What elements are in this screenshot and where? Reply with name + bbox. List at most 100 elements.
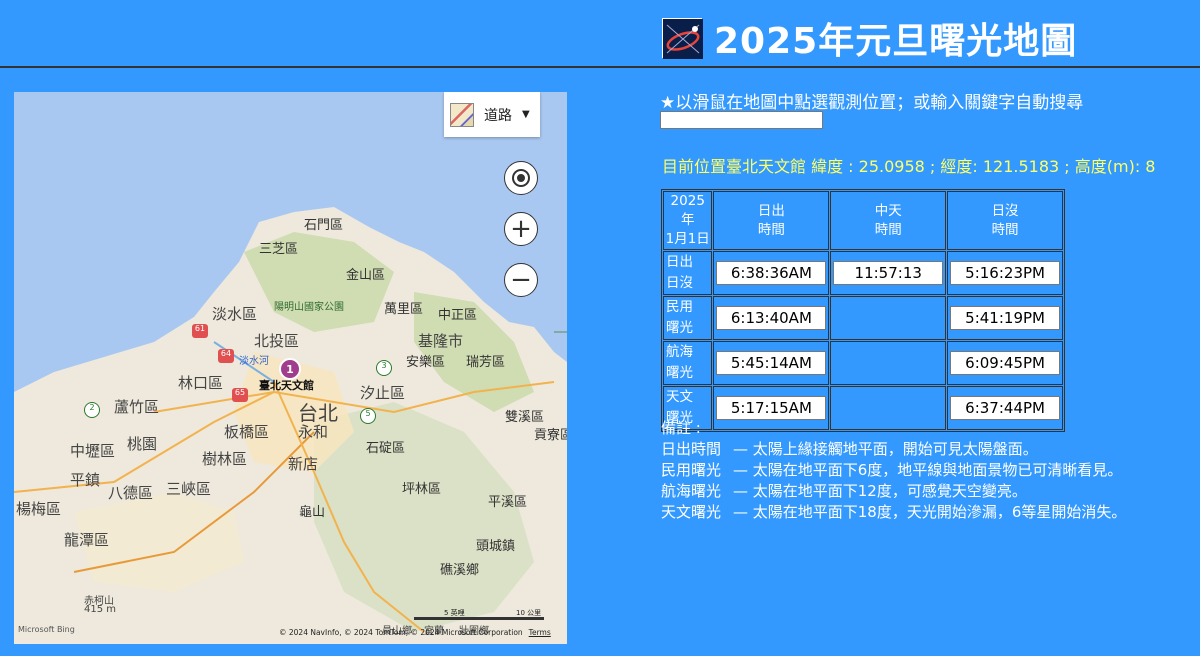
bing-logo: Microsoft Bing <box>18 625 75 634</box>
map-label: 板橋區 <box>224 423 270 441</box>
table-row: 航海曙光 5:45:14AM 6:09:45PM <box>663 341 1063 385</box>
map-label: 平鎮 <box>70 471 101 489</box>
page-header: 2025年元旦曙光地圖 <box>0 0 1200 68</box>
minus-icon: − <box>510 265 532 295</box>
table-cell: 11:57:13 <box>830 251 947 295</box>
zoom-out-button[interactable]: − <box>504 263 538 297</box>
route-marker: 3 <box>376 360 392 376</box>
corner-line: 2025年 <box>670 193 705 228</box>
scale-label: 10 公里 <box>516 609 542 617</box>
header-line: 時間 <box>757 221 785 238</box>
route-marker: 64 <box>218 349 234 363</box>
note-item: 日出時間 — 太陽上緣接觸地平面，開始可見太陽盤面。 <box>661 439 1126 460</box>
map-label: 安樂區 <box>406 355 446 370</box>
map-label: 雙溪區 <box>505 410 545 425</box>
copyright-text: © 2024 NavInfo, © 2024 TomTom, © 2024 Mi… <box>279 628 523 637</box>
row-header-line: 曙光 <box>666 365 693 381</box>
note-term: 航海曙光 <box>661 482 722 500</box>
locate-icon <box>514 171 528 185</box>
table-cell: 5:45:14AM <box>713 341 830 385</box>
rise-time: 6:38:36AM <box>716 261 827 285</box>
rise-time: 5:45:14AM <box>716 351 827 375</box>
note-item: 航海曙光 — 太陽在地平面下12度，可感覺天空變亮。 <box>661 481 1126 502</box>
map-label: 龍潭區 <box>64 531 110 549</box>
route-marker: 61 <box>192 324 208 338</box>
locate-me-button[interactable] <box>504 161 538 195</box>
current-location: 目前位置臺北天文館 緯度 : 25.0958 ; 經度: 121.5183 ; … <box>662 157 1156 176</box>
map-label: 基隆市 <box>418 332 464 350</box>
map-label: 萬里區 <box>384 302 424 317</box>
row-header: 日出 日沒 <box>663 251 713 295</box>
map-label: 淡水區 <box>212 305 258 323</box>
map-copyright: © 2024 NavInfo, © 2024 TomTom, © 2024 Mi… <box>279 628 551 637</box>
map-label: 三芝區 <box>259 242 299 257</box>
note-item: 民用曙光 — 太陽在地平面下6度，地平線與地面景物已可清晰看見。 <box>661 460 1126 481</box>
row-header: 航海 曙光 <box>663 341 713 385</box>
rise-time: 5:17:15AM <box>716 396 827 420</box>
table-cell: 6:09:45PM <box>947 341 1063 385</box>
map-label: 汐止區 <box>360 384 406 402</box>
caret-down-icon: ▼ <box>522 109 530 120</box>
map-label: 楊梅區 <box>16 500 62 518</box>
header-line: 時間 <box>874 221 902 238</box>
observatory-pin[interactable]: 1 <box>279 358 301 380</box>
map-label: 桃園 <box>127 435 158 453</box>
map-label: 石碇區 <box>366 441 406 456</box>
table-cell: 6:38:36AM <box>713 251 830 295</box>
map-label: 平溪區 <box>488 495 528 510</box>
note-desc: — 太陽在地平面下18度，天光開始滲漏，6等星開始消失。 <box>733 503 1127 521</box>
table-row: 日出日沒 6:38:36AM 11:57:13 5:16:23PM <box>663 251 1063 295</box>
search-input[interactable] <box>660 111 823 129</box>
map-label: 陽明山國家公園 <box>274 302 344 313</box>
map-label: 北投區 <box>254 332 300 350</box>
map-label: 頭城鎮 <box>476 539 516 554</box>
map-label: 石門區 <box>304 218 344 233</box>
table-cell: 6:13:40AM <box>713 296 830 340</box>
note-term: 民用曙光 <box>661 461 722 479</box>
notes-title: 備註 : <box>661 419 701 437</box>
scale-label: 5 英哩 <box>444 609 465 617</box>
map-layer-button[interactable]: 道路 ▼ <box>444 92 540 137</box>
rise-time: 6:13:40AM <box>716 306 827 330</box>
header-line: 日沒 <box>991 202 1019 219</box>
map-scale: 5 英哩 10 公里 <box>414 608 544 620</box>
column-header-rise: 日出 時間 <box>713 191 830 250</box>
map-label: 金山區 <box>346 268 386 283</box>
transit-time: 11:57:13 <box>833 261 944 285</box>
terms-link[interactable]: Terms <box>529 628 551 637</box>
column-header-transit: 中天 時間 <box>830 191 947 250</box>
table-corner: 2025年 1月1日 <box>663 191 713 250</box>
map-layer-label: 道路 <box>484 107 512 124</box>
corner-line: 1月1日 <box>665 231 710 247</box>
map-label: 林口區 <box>178 374 224 392</box>
row-header: 民用 曙光 <box>663 296 713 340</box>
page-title: 2025年元旦曙光地圖 <box>714 21 1078 62</box>
table-cell: 5:16:23PM <box>947 251 1063 295</box>
header-line: 日出 <box>757 202 785 219</box>
row-header-line: 日沒 <box>666 275 693 291</box>
map-label: 新店 <box>288 455 319 473</box>
note-term: 日出時間 <box>661 440 722 458</box>
plus-icon: + <box>510 214 532 244</box>
map-label: 八德區 <box>108 484 154 502</box>
map-label: 樹林區 <box>202 450 248 468</box>
map-label: 415 m <box>84 604 117 615</box>
sun-times-table: 2025年 1月1日 日出 時間 中天 時間 日沒 時間 日出 日沒 6:38:3… <box>661 189 1065 432</box>
header-line: 時間 <box>991 221 1019 238</box>
set-time: 5:41:19PM <box>950 306 1061 330</box>
map-view[interactable]: 石門區 三芝區 金山區 陽明山國家公園 萬里區 淡水區 中正區 北投區 基隆市 … <box>14 92 567 644</box>
set-time: 5:16:23PM <box>950 261 1061 285</box>
row-header-line: 日出 <box>666 254 693 270</box>
row-header-line: 天文 <box>666 389 693 405</box>
map-label: 永和 <box>298 423 329 441</box>
row-header-line: 民用 <box>666 299 693 315</box>
row-header-line: 曙光 <box>666 320 693 336</box>
table-row: 民用曙光 6:13:40AM 5:41:19PM <box>663 296 1063 340</box>
zoom-in-button[interactable]: + <box>504 212 538 246</box>
note-term: 天文曙光 <box>661 503 722 521</box>
map-label: 坪林區 <box>402 482 442 497</box>
notes-section: 備註 : 日出時間 — 太陽上緣接觸地平面，開始可見太陽盤面。 民用曙光 — 太陽在… <box>661 418 1126 523</box>
row-header-line: 航海 <box>666 344 693 360</box>
note-desc: — 太陽在地平面下6度，地平線與地面景物已可清晰看見。 <box>733 461 1123 479</box>
route-marker: 2 <box>84 402 100 418</box>
